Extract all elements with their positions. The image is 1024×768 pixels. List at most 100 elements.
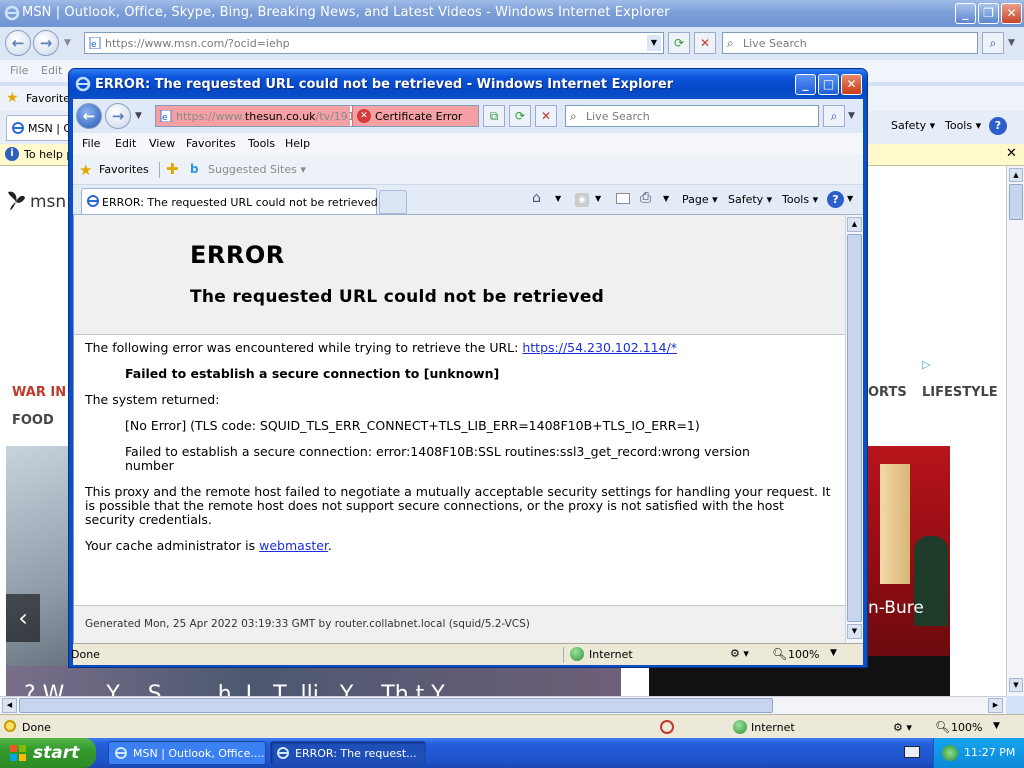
start-button[interactable]: start <box>0 738 96 768</box>
dialog-recent-pages-icon[interactable]: ▼ <box>135 111 142 121</box>
outer-zoom-level[interactable]: 100% <box>951 721 982 734</box>
error-heading: ERROR <box>190 241 285 269</box>
hero-image-left[interactable] <box>6 446 74 696</box>
outer-forward-button[interactable]: → <box>33 30 59 56</box>
scroll-down-icon[interactable]: ▼ <box>847 624 862 639</box>
ad-choices-icon[interactable]: ▷ <box>922 358 930 371</box>
outer-title-bar[interactable]: MSN | Outlook, Office, Skype, Bing, Brea… <box>0 0 1024 27</box>
dialog-close-button[interactable]: ✕ <box>841 74 862 95</box>
close-icon[interactable]: ✕ <box>1006 146 1017 161</box>
carousel-prev-button[interactable]: ‹ <box>6 594 40 642</box>
protected-mode-icon[interactable]: ⚙ ▾ <box>893 721 912 734</box>
certificate-error-button[interactable]: ✕ Certificate Error <box>352 106 478 126</box>
dialog-menu-edit[interactable]: Edit <box>115 137 136 150</box>
outer-tab-msn[interactable]: MSN | O <box>6 115 74 141</box>
outer-horizontal-scrollbar[interactable]: ◀ ▶ <box>0 696 1006 714</box>
dialog-url-field[interactable]: e https://www.thesun.co.uk/tv/191 ✕ Cert… <box>155 105 479 127</box>
outer-vertical-scrollbar[interactable]: ▲ ▼ <box>1006 166 1024 696</box>
page-menu[interactable]: Page ▾ <box>682 193 718 206</box>
outer-close-button[interactable]: ✕ <box>1001 3 1022 24</box>
scroll-right-icon[interactable]: ▶ <box>988 698 1003 713</box>
dialog-back-button[interactable]: ← <box>76 103 102 129</box>
dialog-search-options-icon[interactable]: ▼ <box>848 111 855 121</box>
dialog-favorites-button[interactable]: Favorites <box>99 163 149 176</box>
clock[interactable]: 11:27 PM <box>964 746 1015 759</box>
home-dropdown-icon[interactable]: ▼ <box>555 194 561 203</box>
webmaster-link[interactable]: webmaster <box>259 538 328 553</box>
zoom-dropdown-icon[interactable]: ▼ <box>830 648 837 658</box>
dialog-forward-button[interactable]: → <box>105 103 131 129</box>
nav-food[interactable]: FOOD <box>12 413 54 428</box>
outer-restore-button[interactable]: ❐ <box>978 3 999 24</box>
add-to-favorites-bar-icon[interactable]: ✚ <box>166 160 179 178</box>
outer-search-button[interactable]: ⌕ <box>982 32 1004 54</box>
help-icon[interactable]: ? <box>827 191 844 208</box>
scroll-down-icon[interactable]: ▼ <box>1009 678 1023 692</box>
dialog-tab-error[interactable]: ERROR: The requested URL could not be re… <box>81 188 378 214</box>
scroll-up-icon[interactable]: ▲ <box>1009 168 1023 182</box>
suggested-sites-button[interactable]: Suggested Sites ▾ <box>208 163 306 176</box>
outer-refresh-button[interactable]: ⟳ <box>668 32 690 54</box>
dialog-menu-view[interactable]: View <box>149 137 175 150</box>
network-icon[interactable] <box>942 745 958 761</box>
dialog-title-bar[interactable]: ERROR: The requested URL could not be re… <box>69 69 867 99</box>
taskbar-item-msn[interactable]: MSN | Outlook, Office.... <box>108 741 266 765</box>
dialog-menu-help[interactable]: Help <box>285 137 310 150</box>
ie-logo-icon <box>276 746 290 760</box>
hero-headline[interactable]: ? W Y S h I T lli Y Th t Y <box>24 682 445 696</box>
compatibility-view-button[interactable]: ⧉ <box>483 105 505 127</box>
outer-search-input[interactable]: ⌕ Live Search <box>722 32 978 54</box>
outer-tools-menu[interactable]: Tools ▾ <box>945 119 981 132</box>
dialog-vertical-scrollbar[interactable]: ▲ ▼ <box>845 215 863 643</box>
dialog-minimize-button[interactable]: _ <box>795 74 816 95</box>
nav-lifestyle[interactable]: LIFESTYLE <box>922 385 998 400</box>
popup-blocked-icon[interactable] <box>660 720 674 734</box>
outer-menu-file[interactable]: File <box>10 64 28 77</box>
dialog-refresh-button[interactable]: ⟳ <box>509 105 531 127</box>
outer-safety-menu[interactable]: Safety ▾ <box>891 119 935 132</box>
outer-hscroll-thumb[interactable] <box>19 698 773 713</box>
dialog-menu-file[interactable]: File <box>82 137 100 150</box>
outer-back-button[interactable]: ← <box>5 30 31 56</box>
feeds-dropdown-icon[interactable]: ▼ <box>595 194 601 203</box>
tools-menu-label: Tools <box>782 193 810 206</box>
zoom-icon: 🔍︎ <box>772 647 788 661</box>
mail-icon[interactable] <box>616 193 630 204</box>
outer-url-field[interactable]: e https://www.msn.com/?ocid=iehp ▼ <box>84 32 664 54</box>
help-icon[interactable]: ? <box>989 117 1007 135</box>
dialog-menu-tools[interactable]: Tools <box>248 137 275 150</box>
outer-scroll-thumb[interactable] <box>1009 184 1023 220</box>
dialog-scroll-thumb[interactable] <box>847 234 862 622</box>
carousel-caption[interactable]: n-Bure <box>868 598 924 618</box>
outer-menu-edit[interactable]: Edit <box>41 64 62 77</box>
scroll-up-icon[interactable]: ▲ <box>847 217 862 232</box>
nav-sports[interactable]: ORTS <box>868 385 907 400</box>
generated-footer: Generated Mon, 25 Apr 2022 03:19:33 GMT … <box>74 605 846 643</box>
safety-menu[interactable]: Safety ▾ <box>728 193 772 206</box>
ie-logo-icon <box>75 76 91 92</box>
help-dropdown-icon[interactable]: ▼ <box>847 194 853 203</box>
dialog-zoom-level[interactable]: 100% <box>788 648 819 661</box>
dialog-search-button[interactable]: ⌕ <box>823 105 845 127</box>
dialog-stop-button[interactable]: ✕ <box>535 105 557 127</box>
dialog-menu-favorites[interactable]: Favorites <box>186 137 236 150</box>
outer-recent-pages-icon[interactable]: ▼ <box>64 38 71 48</box>
protected-mode-icon[interactable]: ⚙ ▾ <box>730 647 749 660</box>
new-tab-button[interactable] <box>379 190 407 214</box>
scroll-left-icon[interactable]: ◀ <box>2 698 17 713</box>
taskbar-item-error[interactable]: ERROR: The request... <box>270 741 426 765</box>
outer-minimize-button[interactable]: _ <box>955 3 976 24</box>
tools-menu[interactable]: Tools ▾ <box>782 193 818 206</box>
outer-stop-button[interactable]: ✕ <box>694 32 716 54</box>
outer-url-dropdown-icon[interactable]: ▼ <box>647 35 661 51</box>
feeds-icon[interactable]: ◉ <box>575 193 589 207</box>
print-dropdown-icon[interactable]: ▼ <box>663 194 669 203</box>
keyboard-icon[interactable] <box>904 746 920 758</box>
zoom-dropdown-icon[interactable]: ▼ <box>993 721 1000 731</box>
dialog-maximize-button[interactable]: □ <box>818 74 839 95</box>
dialog-search-input[interactable]: ⌕ Live Search <box>565 105 819 127</box>
home-icon[interactable]: ⌂ <box>532 190 541 206</box>
print-icon[interactable]: ⎙ <box>640 190 651 206</box>
error-url-link[interactable]: https://54.230.102.114/* <box>522 340 677 355</box>
outer-search-options-icon[interactable]: ▼ <box>1008 38 1015 48</box>
